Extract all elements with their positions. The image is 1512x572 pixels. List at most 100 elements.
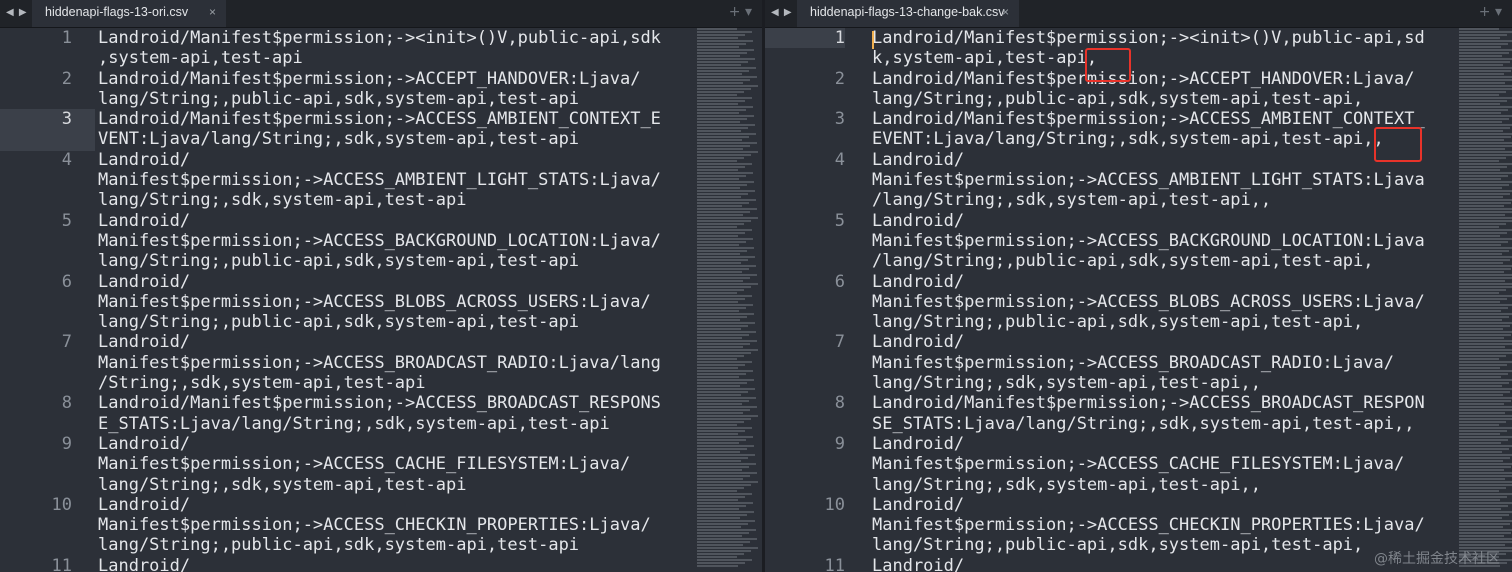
line-number: 5 (834, 210, 845, 231)
minimap-row (697, 223, 744, 225)
tab-right-file[interactable]: hiddenapi-flags-13-change-bak.csv × (797, 0, 1019, 27)
minimap-row (697, 385, 740, 387)
line-text[interactable]: Landroid/Manifest$permission;-><init>()V… (872, 28, 1512, 69)
tab-nav-arrows-icon[interactable]: ◀ ▶ (771, 0, 797, 27)
minimap-row (697, 28, 737, 30)
minimap-row (1459, 262, 1503, 264)
minimap-row (1459, 511, 1512, 513)
code-line[interactable]: 5 Landroid/ Manifest$permission;->ACCESS_… (765, 211, 1512, 272)
minimap-row (697, 253, 740, 255)
minimap-row (1459, 421, 1506, 423)
minimap-row (1459, 127, 1510, 129)
code-line[interactable]: 8 Landroid/Manifest$permission;->ACCESS_B… (0, 393, 762, 434)
line-text[interactable]: Landroid/Manifest$permission;->ACCEPT_HA… (98, 69, 762, 110)
left-editor-pane: ◀ ▶ hiddenapi-flags-13-ori.csv × + ▾ 1 La… (0, 0, 762, 572)
line-text[interactable]: Landroid/Manifest$permission;->ACCESS_BR… (98, 393, 762, 434)
minimap-row (697, 67, 756, 69)
code-line[interactable]: 5 Landroid/ Manifest$permission;->ACCESS_… (0, 211, 762, 272)
minimap-row (1459, 406, 1512, 408)
line-text[interactable]: Landroid/ Manifest$permission;->ACCESS_C… (98, 495, 762, 556)
minimap-row (697, 121, 740, 123)
minimap-row (697, 283, 758, 285)
close-icon[interactable]: × (1002, 0, 1009, 25)
code-line[interactable]: 10 Landroid/ Manifest$permission;->ACCESS… (765, 495, 1512, 556)
minimap-row (697, 364, 745, 366)
minimap-row (697, 415, 758, 417)
code-line[interactable]: 9 Landroid/ Manifest$permission;->ACCESS_… (765, 434, 1512, 495)
minimap-row (697, 112, 739, 114)
code-line[interactable]: 10 Landroid/ Manifest$permission;->ACCESS… (0, 495, 762, 556)
minimap-row (697, 256, 755, 258)
minimap-row (1459, 247, 1512, 249)
minimap-row (697, 322, 755, 324)
minimap-row (697, 145, 750, 147)
code-line[interactable]: 2 Landroid/Manifest$permission;->ACCEPT_H… (0, 69, 762, 110)
line-text[interactable]: Landroid/ Manifest$permission;->ACCESS_B… (98, 211, 762, 272)
code-area-right[interactable]: 1 Landroid/Manifest$permission;-><init>()… (765, 28, 1512, 572)
minimap-row (697, 409, 750, 411)
code-line[interactable]: 6 Landroid/ Manifest$permission;->ACCESS_… (765, 272, 1512, 333)
line-text[interactable]: Landroid/ Manifest$permission;->ACCESS_B… (872, 272, 1512, 333)
line-text[interactable]: Landroid/Manifest$permission;->ACCESS_AM… (98, 109, 762, 150)
code-line[interactable]: 11 Landroid/ (0, 556, 762, 572)
minimap-row (697, 394, 741, 396)
minimap-row (697, 334, 749, 336)
minimap-row (697, 238, 753, 240)
minimap-row (697, 241, 746, 243)
line-text[interactable]: Landroid/ Manifest$permission;->ACCESS_B… (98, 332, 762, 393)
minimap-left[interactable] (697, 28, 759, 572)
line-text[interactable]: Landroid/ Manifest$permission;->ACCESS_B… (872, 332, 1512, 393)
minimap-row (697, 439, 746, 441)
code-line[interactable]: 8 Landroid/Manifest$permission;->ACCESS_B… (765, 393, 1512, 434)
code-line[interactable]: 7 Landroid/ Manifest$permission;->ACCESS_… (0, 332, 762, 393)
minimap-row (1459, 295, 1512, 297)
tab-left-file[interactable]: hiddenapi-flags-13-ori.csv × (32, 0, 226, 27)
line-text[interactable]: Landroid/ Manifest$permission;->ACCESS_C… (98, 434, 762, 495)
minimap-row (697, 274, 757, 276)
line-text[interactable]: Landroid/ Manifest$permission;->ACCESS_B… (98, 272, 762, 333)
line-text[interactable]: Landroid/ Manifest$permission;->ACCESS_B… (872, 211, 1512, 272)
minimap-row (697, 484, 751, 486)
line-text[interactable]: Landroid/Manifest$permission;->ACCESS_BR… (872, 393, 1512, 434)
minimap-row (697, 304, 753, 306)
minimap-right[interactable] (1459, 28, 1512, 572)
minimap-row (1459, 241, 1508, 243)
line-text[interactable]: Landroid/ Manifest$permission;->ACCESS_C… (872, 434, 1512, 495)
minimap-row (697, 127, 748, 129)
code-line[interactable]: 9 Landroid/ Manifest$permission;->ACCESS_… (0, 434, 762, 495)
minimap-row (1459, 394, 1503, 396)
minimap-row (1459, 229, 1512, 231)
add-tab-icon[interactable]: + ▾ (729, 0, 752, 27)
code-area-left[interactable]: 1 Landroid/Manifest$permission;-><init>()… (0, 28, 762, 572)
minimap-row (1459, 313, 1512, 315)
minimap-row (697, 280, 743, 282)
minimap-row (1459, 94, 1499, 96)
line-text[interactable]: Landroid/Manifest$permission;-><init>()V… (98, 28, 762, 69)
minimap-row (1459, 430, 1507, 432)
minimap-row (697, 250, 747, 252)
line-number: 2 (61, 68, 72, 89)
code-line[interactable]: 6 Landroid/ Manifest$permission;->ACCESS_… (0, 272, 762, 333)
tab-nav-arrows-icon[interactable]: ◀ ▶ (6, 0, 32, 27)
line-text[interactable]: Landroid/ (98, 556, 762, 572)
add-tab-icon[interactable]: + ▾ (1479, 0, 1502, 27)
minimap-row (1459, 508, 1501, 510)
line-text[interactable]: Landroid/ Manifest$permission;->ACCESS_C… (872, 495, 1512, 556)
code-line[interactable]: 7 Landroid/ Manifest$permission;->ACCESS_… (765, 332, 1512, 393)
minimap-row (1459, 370, 1512, 372)
close-icon[interactable]: × (209, 0, 216, 25)
minimap-row (1459, 304, 1512, 306)
minimap-row (1459, 268, 1511, 270)
code-line[interactable]: 1 Landroid/Manifest$permission;-><init>()… (0, 28, 762, 69)
text-cursor (872, 31, 874, 49)
annotation-box-trailing-comma-line-1 (1085, 48, 1131, 82)
code-line[interactable]: 1 Landroid/Manifest$permission;-><init>()… (765, 28, 1512, 69)
minimap-row (697, 118, 747, 120)
code-line[interactable]: 4 Landroid/ Manifest$permission;->ACCESS_… (0, 150, 762, 211)
code-line[interactable]: 2 Landroid/Manifest$permission;->ACCEPT_H… (765, 69, 1512, 110)
code-line[interactable]: 3 Landroid/Manifest$permission;->ACCESS_A… (0, 109, 762, 151)
line-text[interactable]: Landroid/Manifest$permission;->ACCEPT_HA… (872, 69, 1512, 110)
line-number: 7 (834, 332, 845, 353)
line-text[interactable]: Landroid/ Manifest$permission;->ACCESS_A… (98, 150, 762, 211)
minimap-row (697, 463, 756, 465)
